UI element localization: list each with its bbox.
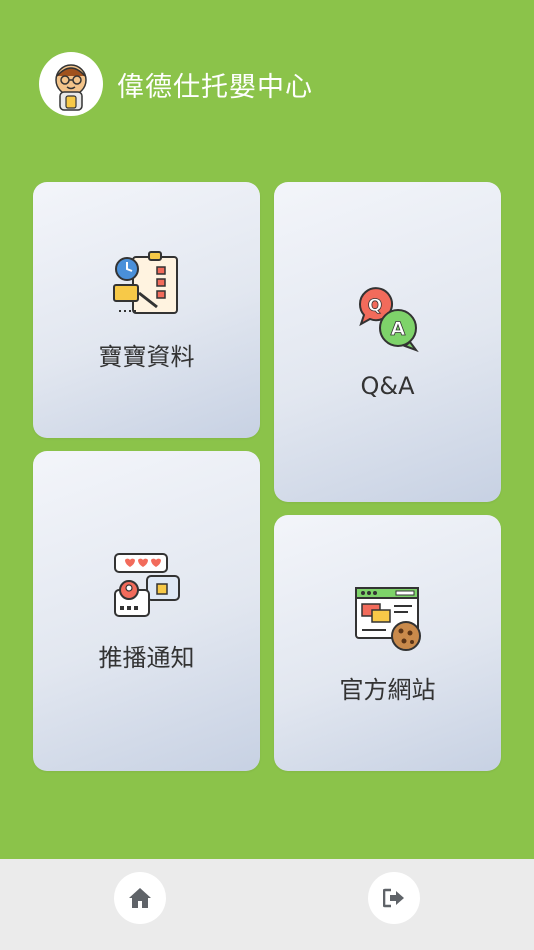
website-icon: [354, 586, 421, 651]
card-label: 寶寶資料: [98, 342, 195, 371]
baby-records-card[interactable]: 寶寶資料: [33, 182, 260, 438]
qa-bubbles-icon: Q A: [358, 287, 419, 353]
bottom-nav-bar: [0, 859, 534, 950]
logout-button[interactable]: [368, 872, 420, 924]
baby-avatar-icon: [39, 52, 103, 116]
svg-text:A: A: [390, 318, 405, 340]
svg-text:Q: Q: [367, 296, 381, 316]
qa-card[interactable]: Q A Q&A: [274, 182, 501, 502]
card-label: 推播通知: [98, 643, 195, 672]
card-label: 官方網站: [339, 675, 436, 704]
website-card[interactable]: 官方網站: [274, 515, 501, 771]
page-title: 偉德仕托嬰中心: [117, 71, 313, 103]
home-icon: [129, 888, 151, 908]
card-label: Q&A: [360, 372, 415, 400]
logout-icon: [383, 888, 404, 908]
baby-records-icon: [112, 250, 178, 314]
push-notification-card[interactable]: 推播通知: [33, 451, 260, 771]
push-notification-icon: [113, 552, 180, 617]
app-header: 偉德仕托嬰中心: [39, 52, 313, 116]
home-button[interactable]: [114, 872, 166, 924]
